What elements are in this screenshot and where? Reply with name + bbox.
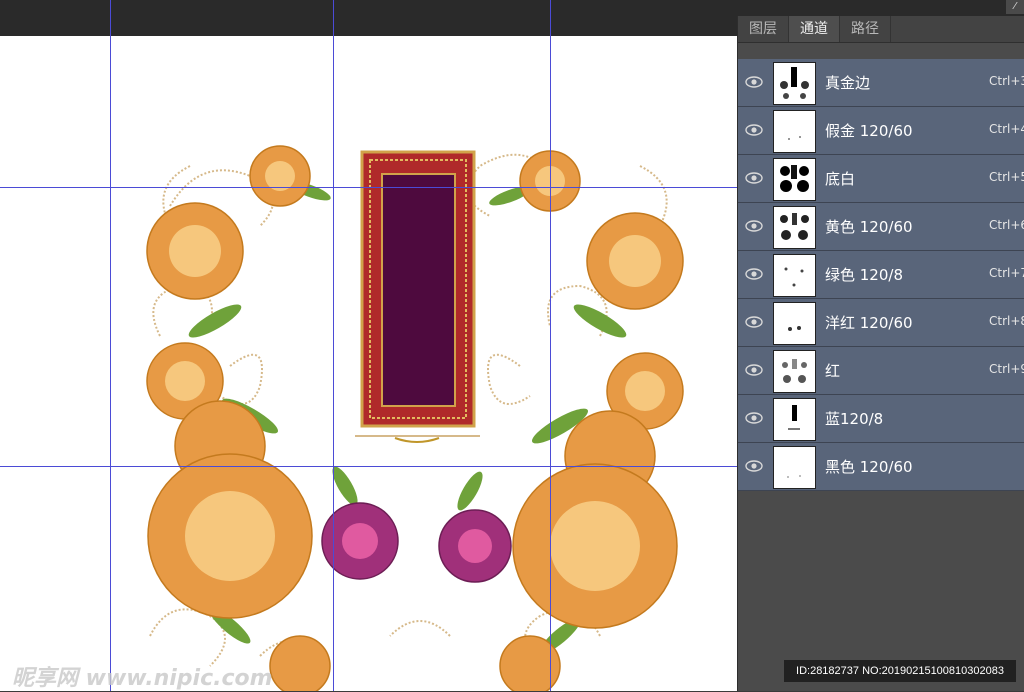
channel-list: 真金边 Ctrl+3 假金 120/60 Ctrl+4 底白 Ctrl+5 黄色… — [738, 59, 1024, 491]
channel-name: 黄色 120/60 — [825, 218, 913, 236]
guide-vertical[interactable] — [333, 0, 334, 691]
channel-thumbnail — [773, 302, 816, 345]
channel-shortcut: Ctrl+5 — [989, 170, 1024, 184]
channel-row[interactable]: 蓝120/8 — [738, 395, 1024, 443]
channel-row[interactable]: 绿色 120/8 Ctrl+7 — [738, 251, 1024, 299]
channel-name: 蓝120/8 — [825, 410, 884, 428]
channel-shortcut: Ctrl+8 — [989, 314, 1024, 328]
channel-shortcut: Ctrl+7 — [989, 266, 1024, 280]
tab-layers[interactable]: 图层 — [738, 16, 789, 42]
eye-icon[interactable] — [745, 169, 763, 187]
channel-row[interactable]: 黑色 120/60 — [738, 443, 1024, 491]
channel-thumbnail — [773, 446, 816, 489]
tab-channels[interactable]: 通道 — [789, 16, 840, 42]
channel-shortcut: Ctrl+4 — [989, 122, 1024, 136]
eye-icon[interactable] — [745, 409, 763, 427]
channel-name: 底白 — [825, 170, 856, 188]
channel-name: 绿色 120/8 — [825, 266, 903, 284]
panel-tabs: 图层 通道 路径 — [738, 16, 1024, 43]
channel-name: 假金 120/60 — [825, 122, 913, 140]
eye-icon[interactable] — [745, 121, 763, 139]
channel-thumbnail — [773, 62, 816, 105]
eye-icon[interactable] — [745, 457, 763, 475]
channel-row[interactable]: 洋红 120/60 Ctrl+8 — [738, 299, 1024, 347]
channel-thumbnail — [773, 398, 816, 441]
eye-icon[interactable] — [745, 361, 763, 379]
watermark-logo: 昵享网 www.nipic.com — [12, 666, 273, 691]
channel-row[interactable]: 真金边 Ctrl+3 — [738, 59, 1024, 107]
channel-shortcut: Ctrl+3 — [989, 74, 1024, 88]
guide-horizontal[interactable] — [0, 466, 738, 467]
channel-shortcut: Ctrl+9 — [989, 362, 1024, 376]
eye-icon[interactable] — [745, 313, 763, 331]
panel-collapse-button[interactable]: ⁄ — [1006, 0, 1024, 14]
watermark-id: ID:28182737 NO:20190215100810302083 — [784, 660, 1016, 682]
channel-name: 真金边 — [825, 74, 871, 92]
channel-thumbnail — [773, 206, 816, 249]
channel-row[interactable]: 黄色 120/60 Ctrl+6 — [738, 203, 1024, 251]
channel-name: 黑色 120/60 — [825, 458, 913, 476]
channel-thumbnail — [773, 254, 816, 297]
channel-thumbnail — [773, 110, 816, 153]
guide-horizontal[interactable] — [0, 187, 738, 188]
channel-row[interactable]: 红 Ctrl+9 — [738, 347, 1024, 395]
channel-shortcut: Ctrl+6 — [989, 218, 1024, 232]
tab-paths[interactable]: 路径 — [840, 16, 891, 42]
eye-icon[interactable] — [745, 217, 763, 235]
eye-icon[interactable] — [745, 73, 763, 91]
channel-name: 红 — [825, 362, 841, 380]
guide-vertical[interactable] — [550, 0, 551, 691]
eye-icon[interactable] — [745, 265, 763, 283]
channel-thumbnail — [773, 350, 816, 393]
channel-row[interactable]: 底白 Ctrl+5 — [738, 155, 1024, 203]
channels-panel: 图层 通道 路径 真金边 Ctrl+3 假金 120/60 Ctrl+4 底白 … — [737, 16, 1024, 691]
channel-thumbnail — [773, 158, 816, 201]
channel-row[interactable]: 假金 120/60 Ctrl+4 — [738, 107, 1024, 155]
guide-vertical[interactable] — [110, 0, 111, 691]
channel-name: 洋红 120/60 — [825, 314, 913, 332]
